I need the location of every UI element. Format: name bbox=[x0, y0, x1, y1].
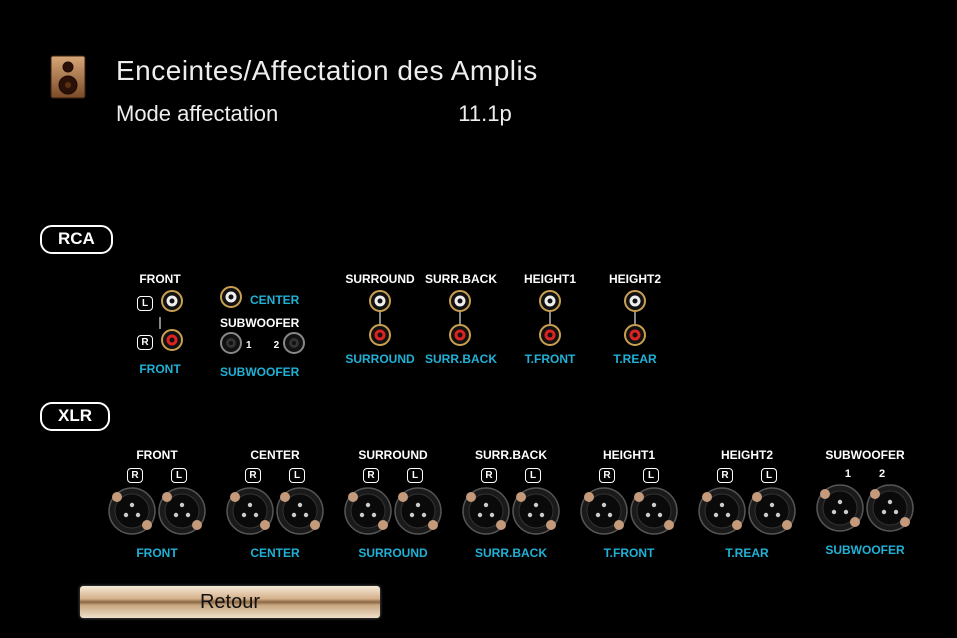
xlr-jack-icon bbox=[748, 487, 796, 540]
xlr-group: FRONT R L FRONT bbox=[108, 448, 206, 560]
page-title: Enceintes/Affectation des Amplis bbox=[116, 55, 538, 87]
xlr-bottom-label: T.REAR bbox=[725, 546, 768, 560]
rca-bottom-label: T.REAR bbox=[600, 352, 670, 366]
rca-top-label: HEIGHT1 bbox=[515, 272, 585, 286]
rca-group: SURROUND SURROUND bbox=[345, 272, 415, 366]
rca-jack-icon bbox=[220, 286, 242, 313]
xlr-jack-icon bbox=[394, 487, 442, 540]
xlr-jack-icon bbox=[276, 487, 324, 540]
xlr-bottom-label: CENTER bbox=[250, 546, 299, 560]
xlr-bottom-label: SURR.BACK bbox=[475, 546, 547, 560]
xlr-lr-badge: R bbox=[127, 468, 143, 483]
r-badge: R bbox=[137, 335, 153, 350]
sub-1: 1 bbox=[246, 340, 252, 351]
xlr-area: FRONTRLFRONTCENTERRLCENTERSURROUNDRLSURR… bbox=[108, 448, 914, 560]
xlr-bottom-label: FRONT bbox=[136, 546, 177, 560]
xlr-jack-icon bbox=[630, 487, 678, 540]
xlr-group: CENTER R L CENTER bbox=[226, 448, 324, 560]
xlr-lr-badge: R bbox=[717, 468, 733, 483]
retour-button[interactable]: Retour bbox=[80, 586, 380, 618]
xlr-lr-badge: L bbox=[171, 468, 187, 483]
xlr-jack-icon bbox=[698, 487, 746, 540]
xlr-group: SURROUND R L SURROUND bbox=[344, 448, 442, 560]
rca-jack-icon bbox=[345, 290, 415, 312]
rca-group: SURR.BACK SURR.BACK bbox=[425, 272, 495, 366]
xlr-jack-icon bbox=[158, 487, 206, 540]
rca-group: HEIGHT1 T.FRONT bbox=[515, 272, 585, 366]
rca-section-badge: RCA bbox=[40, 225, 113, 254]
xlr-top-label: HEIGHT2 bbox=[721, 448, 773, 462]
rca-group: HEIGHT2 T.REAR bbox=[600, 272, 670, 366]
rca-top-label: SURROUND bbox=[345, 272, 415, 286]
xlr-top-label: HEIGHT1 bbox=[603, 448, 655, 462]
xlr-num: 1 bbox=[845, 468, 851, 480]
xlr-group: SUBWOOFER 1 2 SUBWOOFER bbox=[816, 448, 914, 560]
xlr-jack-icon bbox=[344, 487, 392, 540]
rca-jack-icon bbox=[515, 290, 585, 312]
xlr-top-label: CENTER bbox=[250, 448, 299, 462]
xlr-top-label: SUBWOOFER bbox=[825, 448, 904, 462]
xlr-top-label: FRONT bbox=[136, 448, 177, 462]
mode-value: 11.1p bbox=[458, 101, 511, 127]
rca-center-sub-group: CENTER SUBWOOFER 1 2 SUBWOOFER bbox=[220, 286, 330, 379]
rca-bottom-label: T.FRONT bbox=[515, 352, 585, 366]
xlr-lr-badge: L bbox=[643, 468, 659, 483]
xlr-lr-badge: R bbox=[599, 468, 615, 483]
rca-front-top: FRONT bbox=[120, 272, 200, 286]
rca-jack-icon bbox=[600, 324, 670, 346]
xlr-num: 2 bbox=[879, 468, 885, 480]
xlr-bottom-label: SUBWOOFER bbox=[825, 543, 904, 557]
rca-jack-icon bbox=[600, 290, 670, 312]
rca-center-label: CENTER bbox=[250, 293, 299, 307]
rca-sub-label: SUBWOOFER bbox=[220, 316, 330, 330]
mode-label: Mode affectation bbox=[116, 101, 278, 127]
xlr-jack-icon bbox=[462, 487, 510, 540]
rca-top-label: HEIGHT2 bbox=[600, 272, 670, 286]
xlr-lr-badge: R bbox=[481, 468, 497, 483]
rca-bottom-label: SURROUND bbox=[345, 352, 415, 366]
xlr-top-label: SURROUND bbox=[358, 448, 427, 462]
xlr-jack-icon bbox=[816, 484, 864, 537]
sub-jack-icon bbox=[283, 332, 305, 359]
xlr-lr-badge: R bbox=[363, 468, 379, 483]
speaker-icon bbox=[50, 55, 86, 99]
rca-top-label: SURR.BACK bbox=[425, 272, 495, 286]
rca-jack-icon bbox=[425, 324, 495, 346]
l-badge: L bbox=[137, 296, 153, 311]
rca-front-group: FRONT L R FRONT bbox=[120, 272, 200, 376]
xlr-group: HEIGHT2 R L T.REAR bbox=[698, 448, 796, 560]
xlr-jack-icon bbox=[512, 487, 560, 540]
rca-jack-icon bbox=[425, 290, 495, 312]
xlr-group: SURR.BACK R L SURR.BACK bbox=[462, 448, 560, 560]
xlr-jack-icon bbox=[108, 487, 156, 540]
rca-sub-bottom: SUBWOOFER bbox=[220, 365, 330, 379]
xlr-jack-icon bbox=[226, 487, 274, 540]
header: Enceintes/Affectation des Amplis Mode af… bbox=[50, 55, 538, 127]
xlr-jack-icon bbox=[580, 487, 628, 540]
xlr-lr-badge: L bbox=[525, 468, 541, 483]
title-block: Enceintes/Affectation des Amplis Mode af… bbox=[116, 55, 538, 127]
xlr-lr-badge: L bbox=[407, 468, 423, 483]
rca-jack-icon bbox=[161, 329, 183, 356]
rca-jack-icon bbox=[345, 324, 415, 346]
xlr-lr-badge: L bbox=[289, 468, 305, 483]
sub-2: 2 bbox=[274, 340, 280, 351]
sub-jack-icon bbox=[220, 332, 242, 359]
xlr-bottom-label: T.FRONT bbox=[604, 546, 655, 560]
xlr-bottom-label: SURROUND bbox=[358, 546, 427, 560]
rca-front-bottom: FRONT bbox=[120, 362, 200, 376]
xlr-section-badge: XLR bbox=[40, 402, 110, 431]
rca-jack-icon bbox=[515, 324, 585, 346]
xlr-top-label: SURR.BACK bbox=[475, 448, 547, 462]
xlr-lr-badge: L bbox=[761, 468, 777, 483]
rca-bottom-label: SURR.BACK bbox=[425, 352, 495, 366]
xlr-group: HEIGHT1 R L T.FRONT bbox=[580, 448, 678, 560]
mode-row: Mode affectation 11.1p bbox=[116, 101, 538, 127]
rca-jack-icon bbox=[161, 290, 183, 317]
xlr-jack-icon bbox=[866, 484, 914, 537]
xlr-lr-badge: R bbox=[245, 468, 261, 483]
